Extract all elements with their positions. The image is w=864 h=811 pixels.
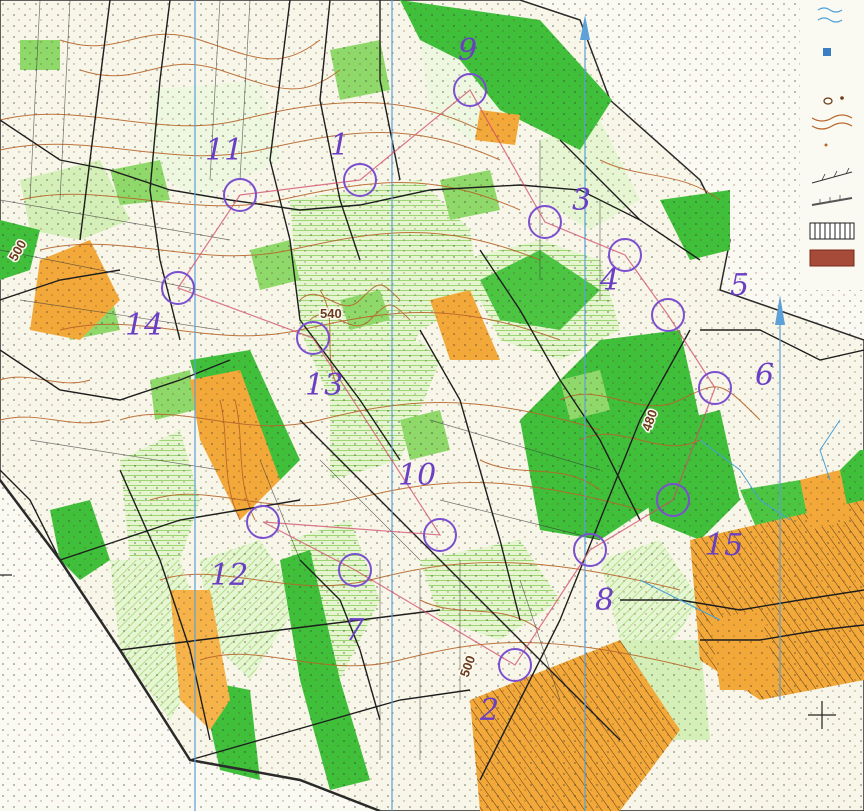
control-number-7: 7 xyxy=(345,613,365,648)
control-number-2: 2 xyxy=(479,693,499,728)
orienteering-map[interactable]: 1 2 3 4 5 6 7 8 9 10 11 12 13 14 15 500 540 480 500 xyxy=(0,0,864,811)
contour-label: 540 xyxy=(320,306,342,321)
control-number-12: 12 xyxy=(210,558,248,593)
control-number-15: 15 xyxy=(705,528,743,563)
control-number-4: 4 xyxy=(599,263,619,298)
boulder-icon xyxy=(823,48,831,56)
control-number-11: 11 xyxy=(205,133,243,168)
point-feature-icon xyxy=(824,143,828,147)
out-of-bounds-icon xyxy=(809,249,855,267)
control-number-8: 8 xyxy=(595,583,614,618)
control-number-13: 13 xyxy=(305,368,343,403)
cultivated-land-icon xyxy=(809,222,855,240)
control-number-6: 6 xyxy=(755,358,774,393)
control-number-5: 5 xyxy=(730,268,749,303)
control-number-1: 1 xyxy=(330,128,349,163)
map-canvas[interactable]: 1234 56789101112131415 500540480500 xyxy=(0,0,864,811)
control-number-9: 9 xyxy=(458,33,477,68)
control-number-14: 14 xyxy=(125,308,163,343)
control-number-10: 10 xyxy=(398,458,436,493)
control-number-3: 3 xyxy=(572,183,591,218)
map-legend xyxy=(800,0,864,290)
